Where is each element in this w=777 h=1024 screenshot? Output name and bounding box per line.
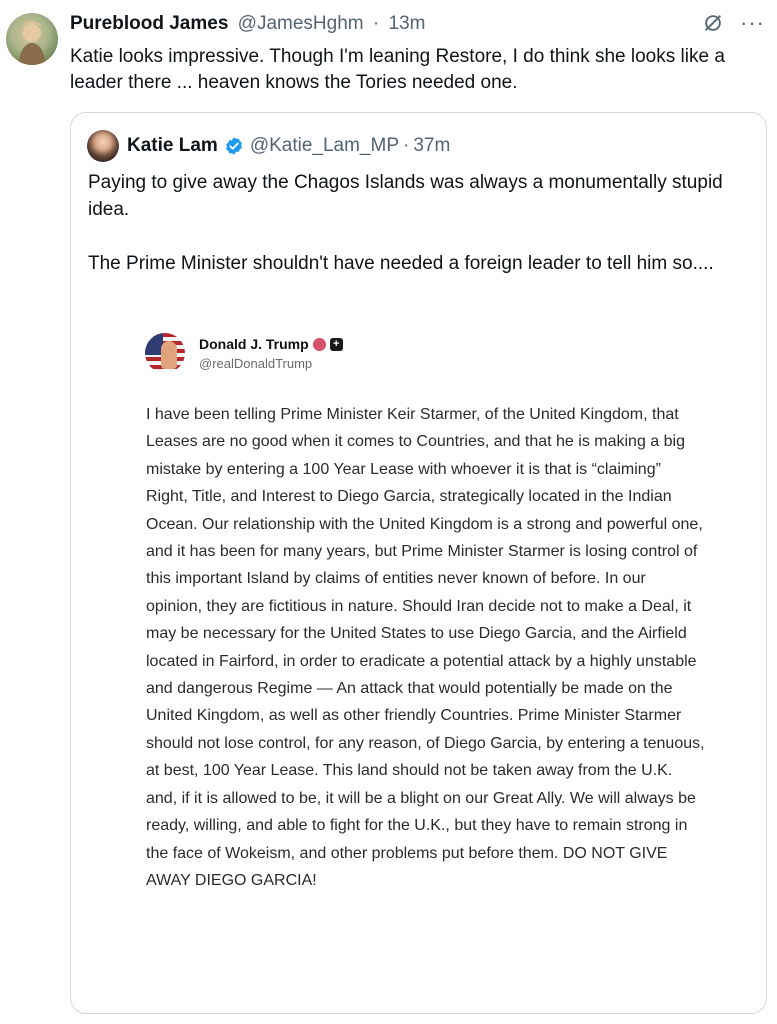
- quoted-post-text: Paying to give away the Chagos Islands w…: [88, 169, 748, 304]
- embedded-post-body: I have been telling Prime Minister Keir …: [146, 406, 705, 889]
- separator-dot: ·: [372, 13, 380, 34]
- embedded-author-avatar: [145, 333, 185, 373]
- quoted-paragraph-2: The Prime Minister shouldn't have needed…: [88, 253, 714, 274]
- author-handle[interactable]: @JamesHghm: [238, 13, 364, 34]
- verified-badge-icon: [224, 136, 244, 156]
- embedded-author-name-row: Donald J. Trump +: [199, 336, 343, 352]
- more-icon[interactable]: ···: [740, 12, 765, 34]
- quoted-author-avatar[interactable]: [87, 130, 119, 162]
- separator-dot: ·: [403, 135, 410, 156]
- quoted-paragraph-1: Paying to give away the Chagos Islands w…: [88, 172, 723, 220]
- quoted-author-name[interactable]: Katie Lam: [127, 134, 218, 158]
- quoted-post-time[interactable]: 37m: [413, 134, 450, 158]
- plus-badge-icon: +: [329, 337, 343, 351]
- author-name[interactable]: Pureblood James: [70, 13, 228, 34]
- embedded-author-handle: @realDonaldTrump: [199, 356, 313, 371]
- verified-badge-icon: [312, 337, 326, 351]
- post-header: Pureblood James @JamesHghm · 13m: [70, 12, 429, 36]
- post-time[interactable]: 13m: [389, 13, 426, 34]
- avatar-icon: [18, 21, 46, 65]
- grok-icon[interactable]: [702, 12, 724, 34]
- author-avatar[interactable]: [6, 13, 58, 65]
- quoted-post-header: Katie Lam @Katie_Lam_MP · 37m: [127, 134, 450, 158]
- quoted-author-handle[interactable]: @Katie_Lam_MP: [250, 134, 399, 158]
- post-text: Katie looks impressive. Though I'm leani…: [70, 46, 725, 93]
- embedded-author-name: Donald J. Trump: [199, 336, 309, 352]
- post-actions: ···: [702, 12, 765, 34]
- quoted-post-card[interactable]: Katie Lam @Katie_Lam_MP · 37m Paying to …: [70, 112, 767, 1014]
